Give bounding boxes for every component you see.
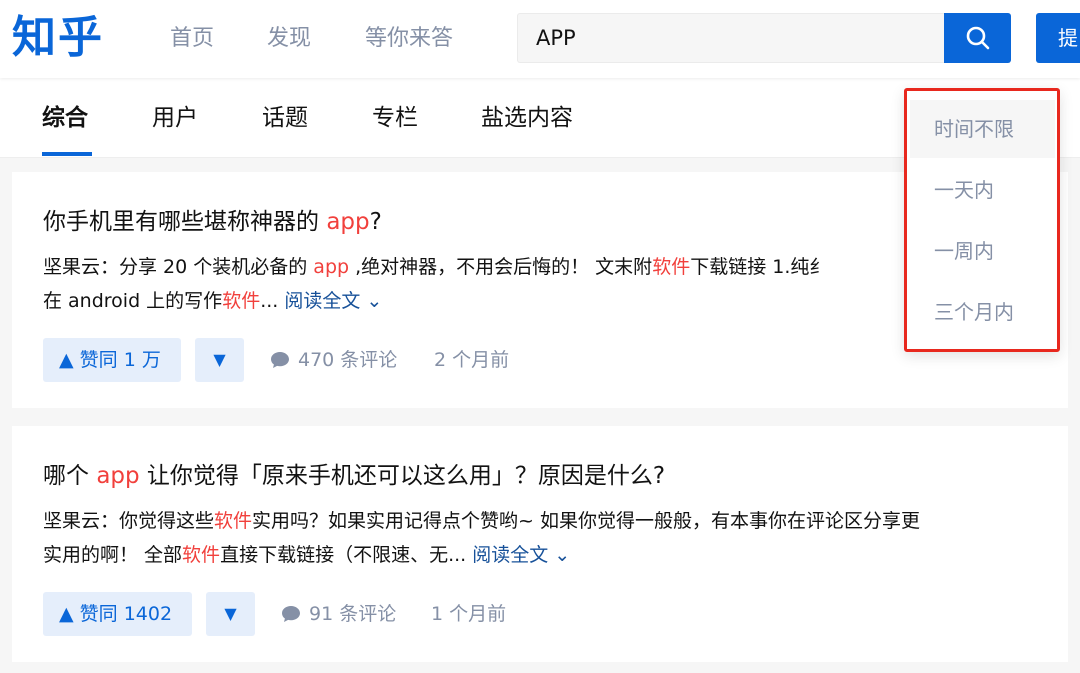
tab-users[interactable]: 用户 xyxy=(152,100,198,136)
comment-bubble-icon xyxy=(282,606,300,622)
search-icon xyxy=(966,26,989,50)
search-input[interactable]: APP xyxy=(517,13,945,63)
comments-link[interactable]: 470 条评论 xyxy=(270,338,397,382)
result-title[interactable]: 哪个 app 让你觉得「原来手机还可以这么用」？原因是什么? xyxy=(43,460,665,492)
tab-salt-content[interactable]: 盐选内容 xyxy=(481,100,573,136)
tab-topics[interactable]: 话题 xyxy=(262,100,308,136)
search-result-card: 哪个 app 让你觉得「原来手机还可以这么用」？原因是什么? 坚果云：你觉得这些… xyxy=(12,426,1068,662)
tab-columns[interactable]: 专栏 xyxy=(372,100,418,136)
nav-home[interactable]: 首页 xyxy=(170,24,214,54)
read-more-link[interactable]: 阅读全文 ⌄ xyxy=(472,544,570,566)
nav-waiting-answers[interactable]: 等你来答 xyxy=(365,24,453,54)
comments-link[interactable]: 91 条评论 xyxy=(281,592,396,636)
nav-discover[interactable]: 发现 xyxy=(267,24,311,54)
downvote-button[interactable]: ▼ xyxy=(195,338,244,382)
search-button[interactable] xyxy=(944,13,1011,63)
time-filter-one-day[interactable]: 一天内 xyxy=(910,161,1055,219)
time-filter-dropdown: 时间不限 一天内 一周内 三个月内 xyxy=(904,88,1060,352)
top-header: 知乎 首页 发现 等你来答 APP 提 xyxy=(0,0,1080,78)
comment-bubble-icon xyxy=(271,352,289,368)
time-filter-three-months[interactable]: 三个月内 xyxy=(910,283,1055,341)
result-title[interactable]: 你手机里有哪些堪称神器的 app? xyxy=(43,206,382,238)
result-excerpt-line: 实用的啊！ 全部软件直接下载链接（不限速、无... 阅读全文 ⌄ xyxy=(43,544,571,566)
ask-question-button[interactable]: 提 xyxy=(1036,13,1080,63)
upvote-button[interactable]: ▲ 赞同 1 万 xyxy=(43,338,181,382)
upvote-button[interactable]: ▲ 赞同 1402 xyxy=(43,592,193,636)
post-time: 2 个月前 xyxy=(434,349,510,371)
tab-general[interactable]: 综合 xyxy=(42,100,88,136)
active-tab-indicator xyxy=(42,152,92,156)
read-more-link[interactable]: 阅读全文 ⌄ xyxy=(284,290,382,312)
time-filter-any[interactable]: 时间不限 xyxy=(910,100,1055,158)
downvote-button[interactable]: ▼ xyxy=(206,592,255,636)
time-filter-one-week[interactable]: 一周内 xyxy=(910,222,1055,280)
post-time: 1 个月前 xyxy=(431,603,507,625)
result-excerpt-line: 坚果云：你觉得这些软件实用吗？如果实用记得点个赞哟~ 如果你觉得一般般，有本事你… xyxy=(43,510,920,532)
zhihu-logo[interactable]: 知乎 xyxy=(12,10,104,66)
